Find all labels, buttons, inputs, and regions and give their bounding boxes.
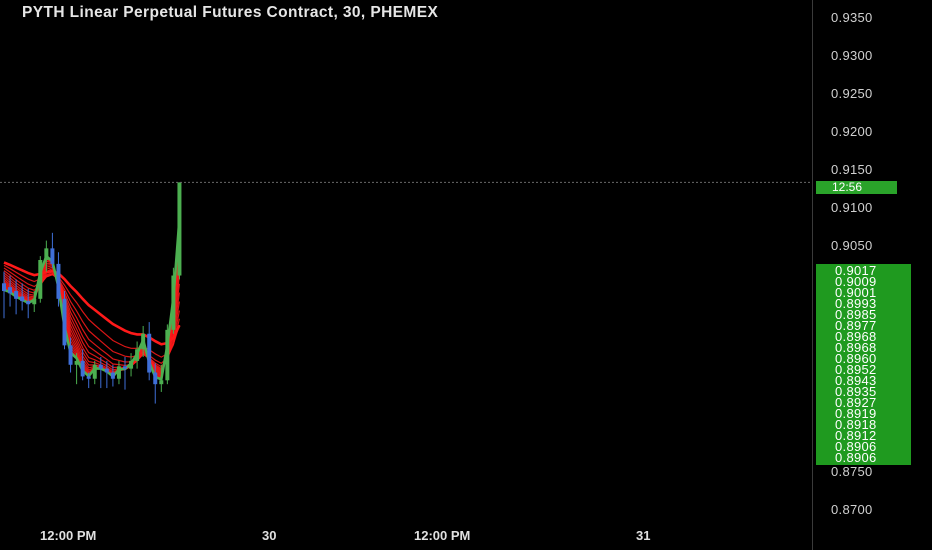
ribbon-line xyxy=(3,244,180,378)
candle-body xyxy=(20,296,25,302)
ribbon-line xyxy=(3,231,180,380)
candle-body xyxy=(44,248,49,260)
candle-body xyxy=(129,360,134,369)
candle-body xyxy=(8,287,13,294)
countdown-badge: 12:56 xyxy=(816,181,897,194)
ribbon-line xyxy=(3,267,180,374)
candle-body xyxy=(123,366,127,369)
candle-body xyxy=(135,349,140,361)
candle-body xyxy=(32,298,37,305)
candle-body xyxy=(116,366,121,379)
candle-body xyxy=(68,345,73,365)
candle-body xyxy=(2,283,6,292)
time-label: 31 xyxy=(636,528,651,543)
candle-down xyxy=(110,364,115,387)
ribbon-value-band: 0.9017 0.9009 0.9001 0.8993 0.8985 0.897… xyxy=(816,264,911,465)
ribbon-line xyxy=(3,271,180,371)
candle-body xyxy=(38,260,43,299)
price-tick: 0.8700 xyxy=(831,502,873,517)
price-tick: 0.9200 xyxy=(831,124,873,139)
ribbon-line xyxy=(3,264,180,358)
ribbon-line xyxy=(3,251,180,377)
price-tick: 0.9300 xyxy=(831,48,873,63)
candle-down xyxy=(50,232,55,268)
time-axis[interactable]: 12:00 PM 30 12:00 PM 31 xyxy=(0,528,812,550)
candle-body xyxy=(104,368,109,373)
candle-down xyxy=(147,322,152,381)
candle-up xyxy=(177,182,182,280)
candle-body xyxy=(147,333,152,373)
time-label: 12:00 PM xyxy=(40,528,97,543)
price-tick: 0.9350 xyxy=(831,10,873,25)
price-chart[interactable]: PYTH Linear Perpetual Futures Contract, … xyxy=(0,0,812,520)
candle-down xyxy=(8,275,13,307)
ribbon-line xyxy=(3,261,181,346)
candle-down xyxy=(62,291,67,350)
candle-down xyxy=(56,252,61,307)
candle-body xyxy=(159,380,164,385)
ribbon-line xyxy=(3,259,180,376)
candle-body xyxy=(50,248,55,264)
candle-body xyxy=(86,376,91,379)
candle-up xyxy=(135,341,140,369)
candle-body xyxy=(171,275,176,330)
candle-body xyxy=(26,301,31,305)
candlestick-chart[interactable] xyxy=(0,0,812,520)
candle-body xyxy=(110,372,115,379)
candle-body xyxy=(74,360,79,365)
price-tick: 0.8750 xyxy=(831,464,873,479)
candle-body xyxy=(56,263,61,299)
candle-body xyxy=(62,298,67,346)
candle-body xyxy=(80,360,85,377)
price-tick: 0.9050 xyxy=(831,238,873,253)
candle-body xyxy=(165,329,170,381)
candle-down xyxy=(20,283,25,311)
price-tick: 0.9250 xyxy=(831,86,873,101)
candle-body xyxy=(177,182,182,276)
candle-body xyxy=(141,333,146,350)
candle-up xyxy=(38,256,43,303)
price-tick: 0.9100 xyxy=(831,200,873,215)
candle-body xyxy=(98,364,103,369)
price-tick: 0.9150 xyxy=(831,162,873,177)
candle-up xyxy=(165,324,170,385)
time-label: 30 xyxy=(262,528,277,543)
chart-title: PYTH Linear Perpetual Futures Contract, … xyxy=(22,4,439,21)
time-label: 12:00 PM xyxy=(414,528,471,543)
candle-body xyxy=(153,372,158,385)
candle-body xyxy=(92,364,97,379)
ribbon-value: 0.8906 xyxy=(835,450,877,465)
candle-body xyxy=(14,291,19,299)
candle-up xyxy=(171,267,176,334)
ma-ribbon xyxy=(3,219,181,382)
price-axis[interactable]: 0.9350 0.9300 0.9250 0.9200 0.9150 0.910… xyxy=(813,0,932,550)
ribbon-line xyxy=(3,266,180,375)
